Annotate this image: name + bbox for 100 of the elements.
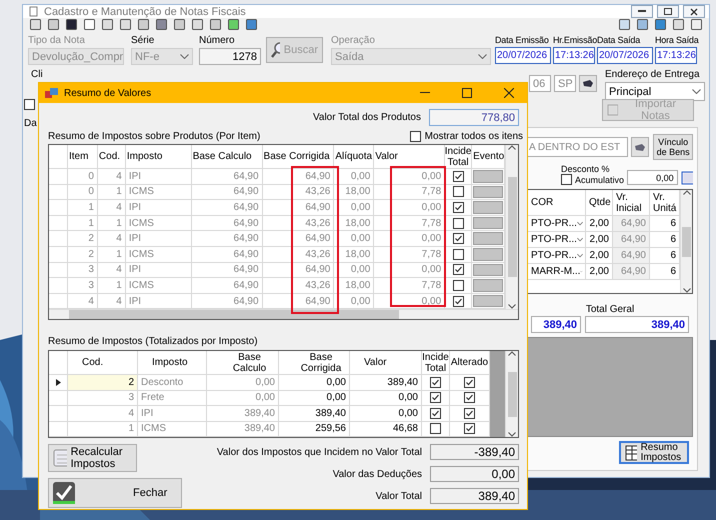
checkmark-icon <box>53 482 75 504</box>
scroll-down-icon[interactable] <box>508 304 516 310</box>
table-cell: 43,26 <box>262 216 334 232</box>
section-title: Resumo de Impostos sobre Produtos (Por Item) <box>48 131 260 142</box>
column-header[interactable]: Valor <box>350 351 422 375</box>
event-button[interactable] <box>473 216 504 230</box>
event-button[interactable] <box>473 264 504 276</box>
table-cell: 3 <box>68 262 98 278</box>
column-header[interactable]: Alíquota <box>334 145 374 169</box>
event-button[interactable] <box>473 186 504 198</box>
table-cell: 0,00 <box>279 390 350 406</box>
event-button[interactable] <box>473 248 504 261</box>
column-header[interactable]: Item <box>68 145 98 169</box>
table-cell: 0,00 <box>334 231 374 247</box>
horizontal-scrollbar[interactable] <box>49 309 518 319</box>
column-header[interactable]: Base Corrigida <box>279 351 350 375</box>
column-header[interactable]: Incide Total <box>445 145 472 169</box>
column-header[interactable]: Qtde <box>586 190 613 216</box>
checkbox[interactable] <box>464 423 475 434</box>
column-header[interactable]: Vr. Unitá <box>650 190 680 216</box>
checkbox[interactable] <box>464 376 475 388</box>
field-label: Endereço de Entrega <box>605 69 701 80</box>
checkbox[interactable] <box>464 408 475 419</box>
checkbox[interactable] <box>410 131 421 142</box>
table-cell: 1 <box>98 216 126 232</box>
column-header[interactable]: Alterado <box>450 351 490 375</box>
checkbox[interactable] <box>24 99 35 110</box>
dropdown[interactable]: Principal <box>605 82 705 101</box>
checkbox[interactable] <box>452 218 464 229</box>
scroll-up-icon[interactable] <box>508 145 516 150</box>
table-cell: 0 <box>68 169 98 185</box>
checkbox[interactable] <box>452 248 464 260</box>
date-field[interactable]: 20/07/2026 <box>495 47 551 64</box>
column-header[interactable]: Imposto <box>126 145 192 169</box>
event-button[interactable] <box>473 294 504 308</box>
scrollbar-thumb[interactable] <box>508 177 516 278</box>
column-header[interactable]: COR <box>528 190 586 216</box>
checkbox[interactable] <box>452 202 464 213</box>
maximize-button[interactable] <box>657 5 679 18</box>
column-header[interactable]: Cod. <box>68 351 138 375</box>
scrollbar-thumb[interactable] <box>69 310 399 319</box>
table-cell: IPI <box>126 231 192 247</box>
column-header[interactable]: Imposto <box>138 351 207 375</box>
number-field[interactable]: 1278 <box>199 48 261 65</box>
checkbox[interactable] <box>430 392 441 404</box>
table-cell: 18,00 <box>334 216 374 232</box>
table-cell: 0 <box>68 184 98 200</box>
column-header[interactable]: Cod. <box>98 145 126 169</box>
scroll-down-icon[interactable] <box>508 432 516 437</box>
checkbox[interactable] <box>561 174 572 185</box>
checkbox[interactable] <box>452 170 464 182</box>
column-header[interactable]: Evento <box>472 145 505 169</box>
column-header[interactable]: Base Corrigida <box>262 145 334 169</box>
checkbox[interactable] <box>430 376 441 388</box>
discount-field[interactable]: 0,00 <box>627 170 678 185</box>
table-cell: 64,90 <box>613 264 650 280</box>
tax-summary-button[interactable]: Resumo Impostos <box>619 441 689 464</box>
checkbox[interactable] <box>464 392 475 404</box>
scrollbar-thumb[interactable] <box>682 226 691 256</box>
column-header[interactable]: Base Calculo <box>192 145 263 169</box>
close-button[interactable] <box>683 5 705 18</box>
scrollbar[interactable] <box>680 190 692 293</box>
column-header[interactable]: Base Calculo <box>207 351 279 375</box>
date-field[interactable]: 20/07/2026 <box>597 47 653 64</box>
table-cell: 64,90 <box>262 200 334 216</box>
lookup-button[interactable] <box>631 137 650 157</box>
field-label: Tipo da Nota <box>28 35 86 46</box>
table-cell: 389,40 <box>350 375 422 390</box>
value-field: 389,40 <box>430 488 519 504</box>
checkbox[interactable] <box>430 408 441 419</box>
scrollbar[interactable] <box>505 351 518 437</box>
column-header[interactable]: Valor <box>374 145 446 169</box>
checkbox[interactable] <box>452 186 464 198</box>
checkbox[interactable] <box>452 280 464 291</box>
scroll-down-icon[interactable] <box>682 288 690 293</box>
total-products-field[interactable]: 778,80 <box>429 109 519 126</box>
close-dialog-button[interactable]: Fechar <box>48 478 182 508</box>
scrollbar-thumb[interactable] <box>508 372 516 416</box>
link-assets-button[interactable]: Vínculo de Bens <box>653 134 693 160</box>
column-header[interactable]: Vr. Inicial <box>613 190 650 216</box>
checkbox[interactable] <box>452 296 464 307</box>
recalculate-button[interactable]: Recalcular Impostos <box>48 444 137 472</box>
dialog-title: Resumo de Valores <box>64 88 152 98</box>
scroll-up-icon[interactable] <box>508 351 516 356</box>
minimize-button[interactable] <box>631 5 653 18</box>
lookup-button[interactable] <box>579 75 597 92</box>
checkbox[interactable] <box>452 264 464 276</box>
checkbox[interactable] <box>452 233 464 244</box>
total-field: 389,40 <box>585 316 689 333</box>
table-cell: 64,90 <box>262 262 334 278</box>
date-field[interactable]: 17:13:26 <box>553 47 595 64</box>
table-cell: 259,56 <box>279 422 350 437</box>
scrollbar[interactable] <box>505 145 518 310</box>
table-cell: IPI <box>138 406 207 422</box>
column-header[interactable]: Incide Total <box>422 351 450 375</box>
checkbox[interactable] <box>430 423 441 434</box>
date-field[interactable]: 17:13:26 <box>655 47 697 64</box>
table-cell: 0,00 <box>279 375 350 390</box>
scroll-up-icon[interactable] <box>682 190 690 195</box>
table-cell: 389,40 <box>207 422 279 437</box>
